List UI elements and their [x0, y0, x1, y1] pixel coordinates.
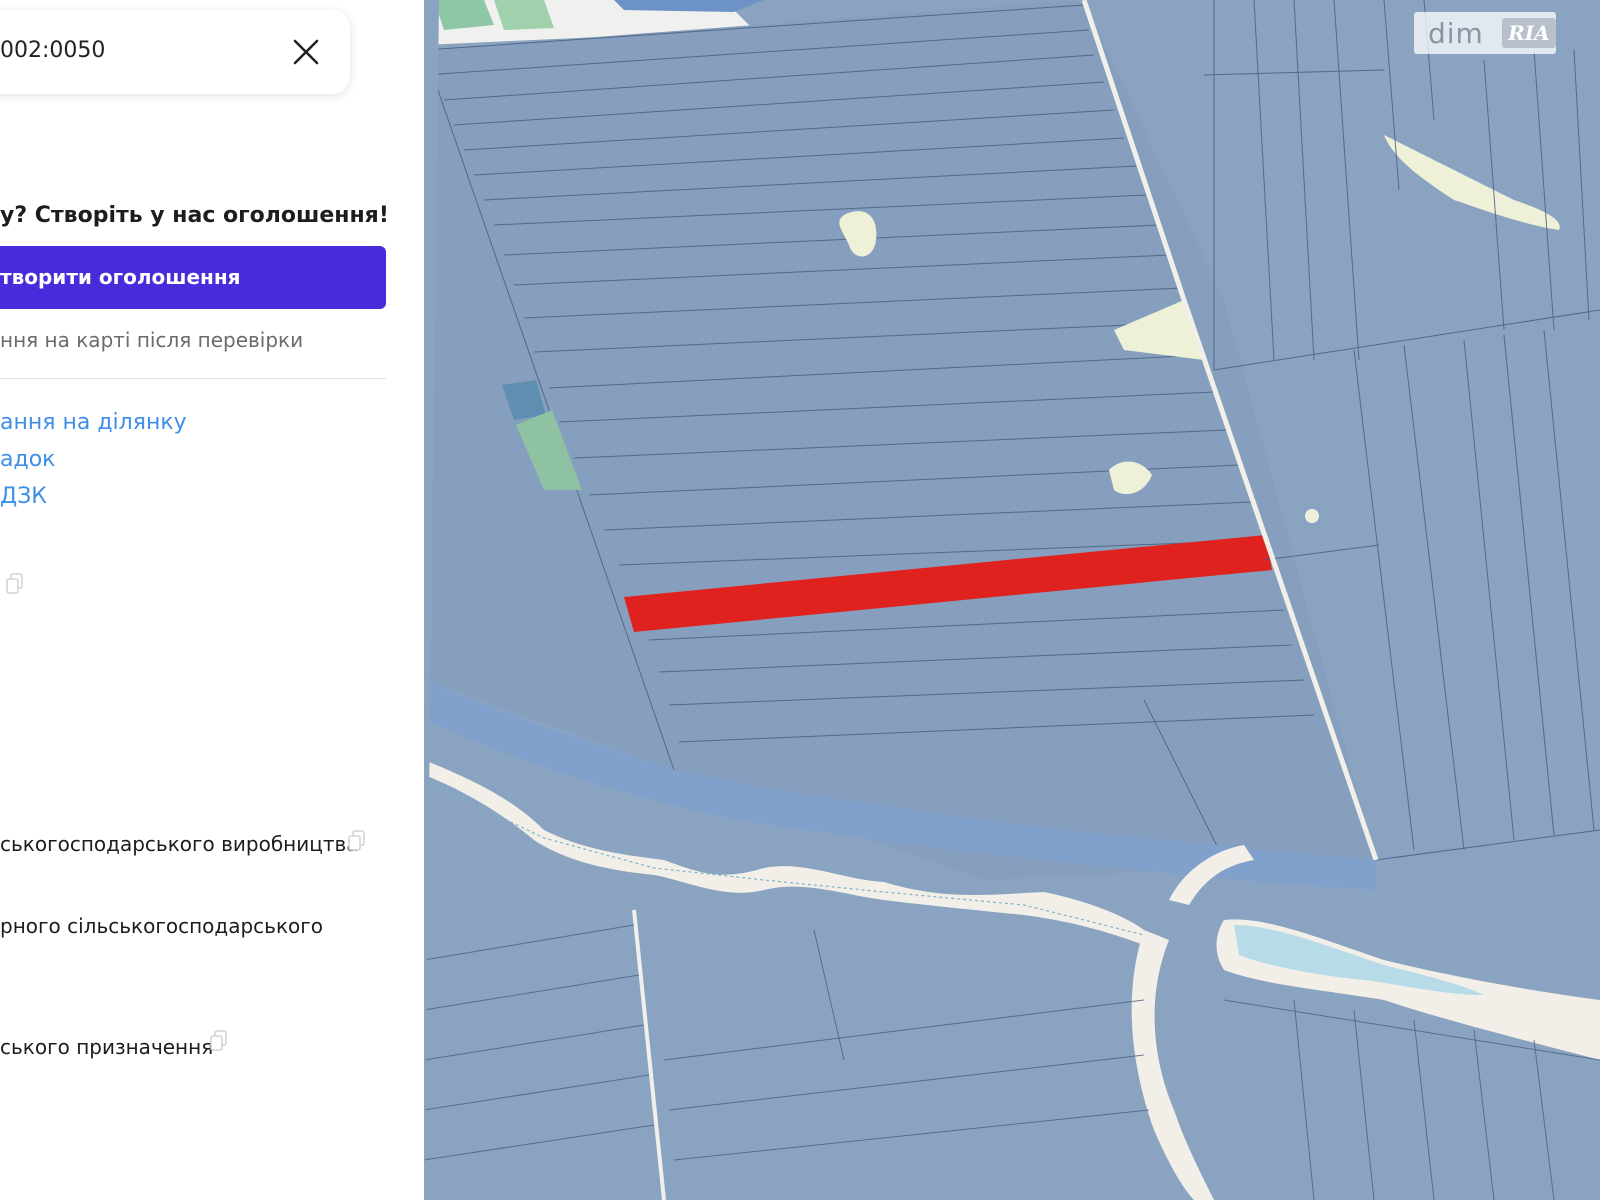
request-link[interactable]: ання на ділянку [0, 410, 187, 435]
map-canvas[interactable] [424, 0, 1600, 1200]
logo-badge: RIA [1501, 18, 1556, 48]
copy-icon[interactable] [210, 1030, 228, 1052]
dzk-link[interactable]: ДЗК [0, 484, 47, 509]
logo-text: dim [1428, 16, 1484, 50]
divider [0, 378, 386, 379]
cadastral-map[interactable]: dim RIA [424, 0, 1600, 1200]
parcel-info-panel: 002:0050 у? Створіть у нас оголошення! т… [0, 0, 424, 1200]
land-purpose-text: ськогосподарського виробництва [0, 832, 359, 856]
land-use-text: рного сільськогосподарського [0, 914, 324, 938]
copy-icon[interactable] [6, 573, 24, 595]
create-listing-button[interactable]: творити оголошення [0, 246, 386, 309]
promo-title: у? Створіть у нас оголошення! [0, 203, 389, 228]
land-category-text: ського призначення [0, 1035, 214, 1059]
history-link[interactable]: адок [0, 447, 55, 472]
dimria-logo: dim RIA [1414, 12, 1556, 54]
promo-note: ння на карті після перевірки [0, 328, 304, 352]
forest-area [494, 0, 554, 30]
search-input[interactable]: 002:0050 [0, 38, 105, 63]
search-box[interactable]: 002:0050 [0, 10, 350, 94]
forest-area [434, 0, 494, 30]
copy-icon[interactable] [348, 830, 366, 852]
close-icon[interactable] [290, 36, 322, 68]
